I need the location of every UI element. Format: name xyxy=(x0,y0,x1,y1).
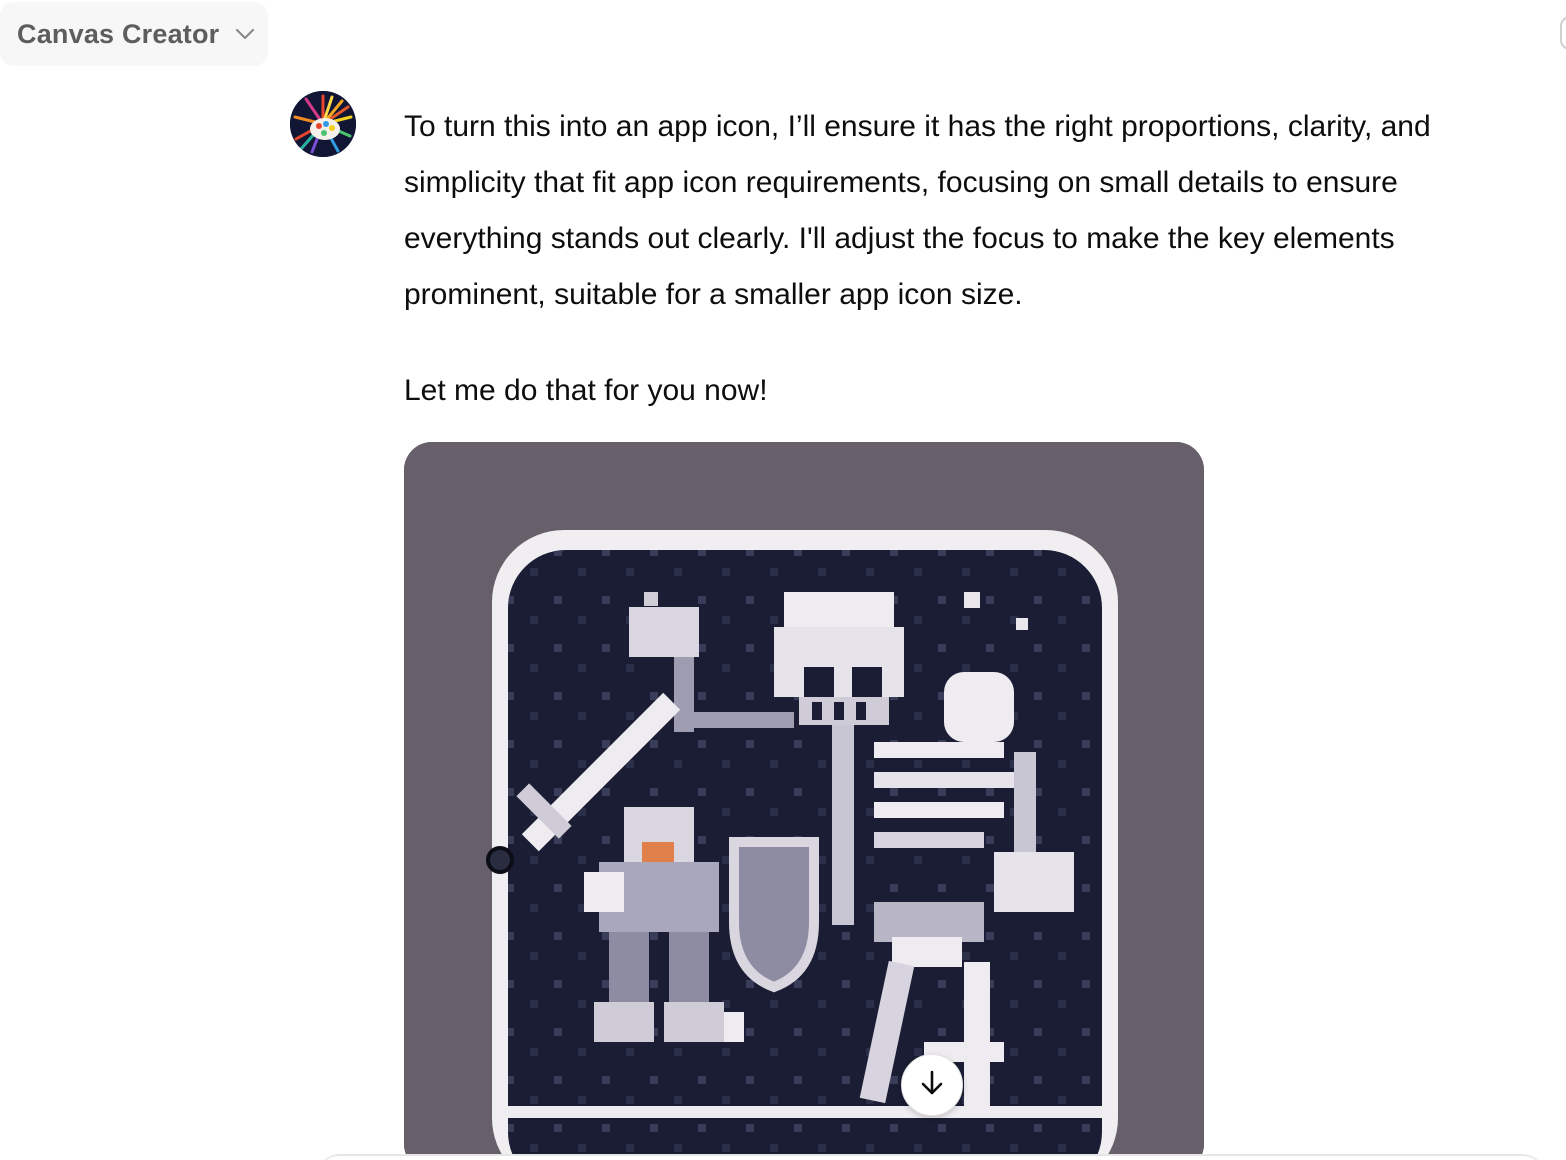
chat-page: Canvas Creator To turn this into an app … xyxy=(0,0,1566,1160)
message-paragraph: To turn this into an app icon, I’ll ensu… xyxy=(404,110,1431,311)
arrow-down-icon xyxy=(917,1068,947,1103)
message-paragraph: Let me do that for you now! xyxy=(404,374,768,407)
sidebar-edge-handle[interactable] xyxy=(1560,16,1566,50)
palette-avatar-icon xyxy=(290,91,356,157)
composer-top-edge xyxy=(316,1154,1546,1160)
generated-image[interactable] xyxy=(404,442,1204,1160)
model-switcher-button[interactable]: Canvas Creator xyxy=(0,2,268,66)
assistant-message: To turn this into an app icon, I’ll ensu… xyxy=(404,99,1544,419)
download-button[interactable] xyxy=(901,1054,963,1116)
pixel-knight-skeleton-icon xyxy=(404,442,1204,1160)
chevron-down-icon xyxy=(233,22,257,46)
model-name-label: Canvas Creator xyxy=(17,18,220,49)
